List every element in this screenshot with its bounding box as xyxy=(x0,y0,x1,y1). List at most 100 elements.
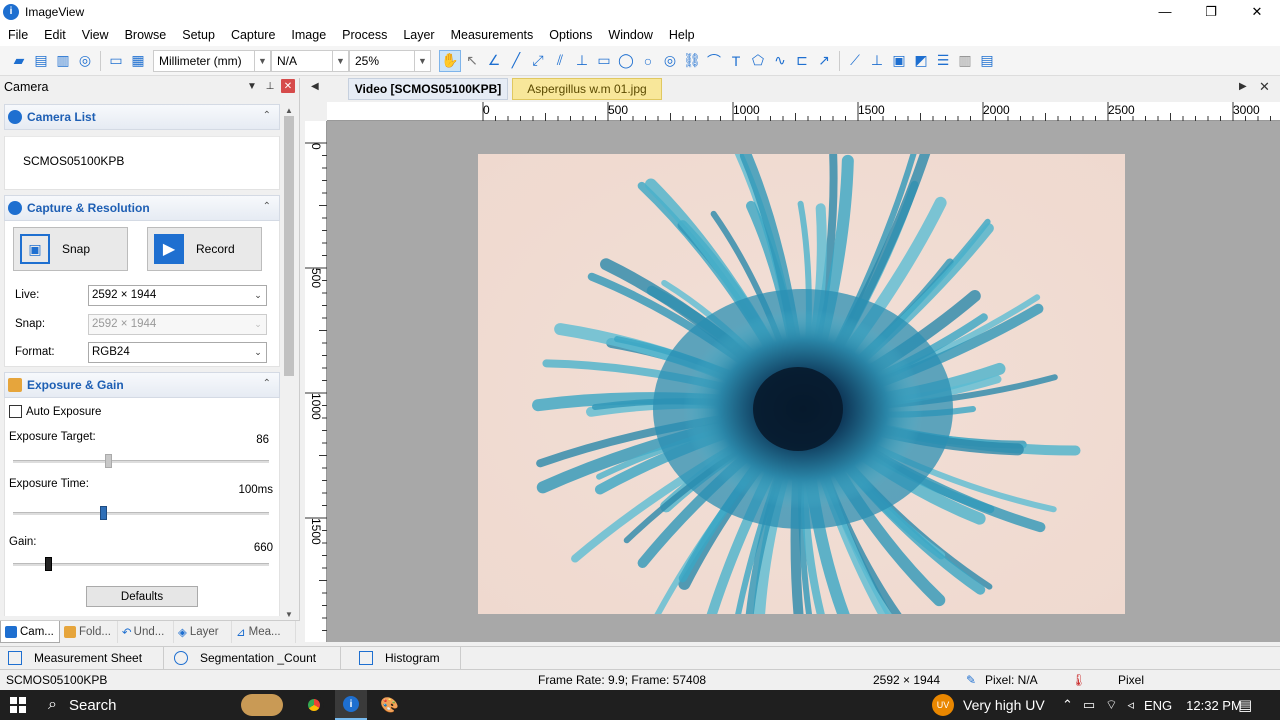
close-icon[interactable]: ✕ xyxy=(281,79,295,93)
slider-knob[interactable] xyxy=(45,557,53,571)
tab-undo[interactable]: ↶ Und... xyxy=(118,621,174,643)
panel-menu-icon[interactable]: ▼ xyxy=(245,79,259,93)
group-icon[interactable]: ▣ xyxy=(888,50,910,72)
calibration-icon[interactable]: ⟋ xyxy=(844,50,866,72)
collapse-icon[interactable]: ⌃ xyxy=(263,110,271,121)
menu-measurements[interactable]: Measurements xyxy=(443,28,542,42)
exposure-target-slider[interactable] xyxy=(13,454,269,468)
scroll-down-icon[interactable]: ▼ xyxy=(282,608,296,620)
network-icon[interactable]: ⌔ xyxy=(1105,697,1117,713)
tab-folder[interactable]: Fold... xyxy=(60,621,118,643)
defaults-button[interactable]: Defaults xyxy=(86,586,198,607)
snap-button[interactable]: ▣ Snap xyxy=(13,227,128,271)
menu-view[interactable]: View xyxy=(74,28,117,42)
taskbar-search[interactable]: ⌕ Search xyxy=(38,690,320,720)
magnification-select[interactable]: N/A ▼ xyxy=(271,49,349,72)
circle-tool-icon[interactable]: ○ xyxy=(637,50,659,72)
battery-icon[interactable]: ▭ xyxy=(1083,697,1095,713)
perpendicular-icon[interactable]: ⊥ xyxy=(571,50,593,72)
live-resolution-select[interactable]: 2592 × 1944 ⌄ xyxy=(88,284,267,306)
angle-tool-icon[interactable]: ∠ xyxy=(483,50,505,72)
ellipse-tool-icon[interactable]: ◯ xyxy=(615,50,637,72)
auto-exposure-checkbox[interactable] xyxy=(9,405,22,418)
concentric-circle-icon[interactable]: ◎ xyxy=(659,50,681,72)
chrome-icon[interactable] xyxy=(304,695,324,715)
scroll-up-icon[interactable]: ▲ xyxy=(282,104,296,116)
select-arrow-icon[interactable]: ↖ xyxy=(461,50,483,72)
link-tool-icon[interactable]: ⛓ xyxy=(681,50,703,72)
align-center-icon[interactable]: ☰ xyxy=(932,50,954,72)
camera-settings-icon[interactable]: ◎ xyxy=(74,50,96,72)
image-canvas[interactable] xyxy=(327,121,1280,642)
tab-camera[interactable]: Cam... xyxy=(0,621,60,643)
panel-scrollbar[interactable]: ▲ ▼ xyxy=(282,104,296,620)
close-button[interactable]: ✕ xyxy=(1234,0,1280,23)
paint-app-icon[interactable]: 🎨 xyxy=(380,696,399,714)
capture-resolution-header[interactable]: Capture & Resolution ⌃ xyxy=(4,195,280,221)
close-tab-icon[interactable]: ✕ xyxy=(1259,79,1270,95)
collapse-icon[interactable]: ⌃ xyxy=(263,201,271,212)
collapse-icon[interactable]: ⌃ xyxy=(263,378,271,389)
tab-aspergillus-image[interactable]: Aspergillus w.m 01.jpg xyxy=(512,78,662,100)
tab-histogram[interactable]: Histogram xyxy=(351,647,461,669)
slider-knob[interactable] xyxy=(100,506,108,520)
clipboard-icon[interactable]: ▤ xyxy=(976,50,998,72)
menu-browse[interactable]: Browse xyxy=(117,28,175,42)
windows-start-icon[interactable] xyxy=(10,697,26,713)
microscope-image[interactable] xyxy=(478,154,1125,614)
menu-file[interactable]: File xyxy=(0,28,36,42)
pan-hand-icon[interactable]: ✋ xyxy=(439,49,461,72)
menu-image[interactable]: Image xyxy=(283,28,334,42)
slider-knob[interactable] xyxy=(105,454,113,468)
arrow-tool-icon[interactable]: ↗ xyxy=(813,50,835,72)
save-all-icon[interactable]: ▥ xyxy=(52,50,74,72)
tab-layer[interactable]: ◈ Layer xyxy=(174,621,232,643)
scale-bar-icon[interactable]: ⊏ xyxy=(791,50,813,72)
rectangle-tool-icon[interactable]: ▭ xyxy=(593,50,615,72)
scrollbar-thumb[interactable] xyxy=(284,116,294,376)
polygon-tool-icon[interactable]: ⬠ xyxy=(747,50,769,72)
text-tool-icon[interactable]: T xyxy=(725,50,747,72)
open-folder-icon[interactable]: ▰ xyxy=(8,50,30,72)
tab-segmentation-count[interactable]: Segmentation _Count xyxy=(166,647,341,669)
curve-tool-icon[interactable]: ⌒ xyxy=(703,50,725,72)
menu-help[interactable]: Help xyxy=(661,28,703,42)
exposure-gain-header[interactable]: Exposure & Gain ⌃ xyxy=(4,372,280,398)
save-icon[interactable]: ▤ xyxy=(30,50,52,72)
language-indicator[interactable]: ENG xyxy=(1144,698,1172,713)
gain-slider[interactable] xyxy=(13,557,269,571)
record-button[interactable]: ▶ Record xyxy=(147,227,262,271)
weather-widget[interactable]: UV Very high UV xyxy=(932,690,1045,720)
volume-icon[interactable]: ◃ xyxy=(1127,697,1134,713)
tab-measurement[interactable]: ⊿ Mea... xyxy=(232,621,296,643)
exposure-time-slider[interactable] xyxy=(13,506,269,520)
camera-list-header[interactable]: Camera List ⌃ xyxy=(4,104,280,130)
polyline-tool-icon[interactable]: ∿ xyxy=(769,50,791,72)
menu-edit[interactable]: Edit xyxy=(36,28,74,42)
menu-window[interactable]: Window xyxy=(600,28,660,42)
grid-view-icon[interactable]: ▦ xyxy=(127,50,149,72)
zoom-select[interactable]: 25% ▼ xyxy=(349,49,431,72)
parallel-lines-icon[interactable]: ⫽ xyxy=(549,50,571,72)
tab-video[interactable]: Video [SCMOS05100KPB] xyxy=(348,78,508,100)
format-select[interactable]: RGB24 ⌄ xyxy=(88,341,267,363)
clock[interactable]: 12:32 PM xyxy=(1186,698,1242,713)
delete-icon[interactable]: ▥ xyxy=(954,50,976,72)
menu-options[interactable]: Options xyxy=(541,28,600,42)
layer-front-icon[interactable]: ◩ xyxy=(910,50,932,72)
menu-capture[interactable]: Capture xyxy=(223,28,283,42)
restore-button[interactable]: ❐ xyxy=(1188,0,1234,23)
menu-layer[interactable]: Layer xyxy=(395,28,442,42)
notification-icon[interactable]: ▤ xyxy=(1238,696,1252,714)
tab-scroll-left-icon[interactable]: ◀ xyxy=(311,81,319,92)
minimize-button[interactable]: — xyxy=(1142,0,1188,23)
tab-scroll-right-icon[interactable]: ▶ xyxy=(1239,81,1247,92)
tray-chevron-icon[interactable]: ⌃ xyxy=(1062,697,1073,713)
menu-setup[interactable]: Setup xyxy=(174,28,223,42)
line-tool-icon[interactable]: ╱ xyxy=(505,50,527,72)
list-item[interactable]: SCMOS05100KPB xyxy=(5,136,279,184)
browse-folder-icon[interactable]: ▭ xyxy=(105,50,127,72)
pin-icon[interactable]: ⊥ xyxy=(263,79,277,93)
arbitrary-line-icon[interactable]: ⤢ xyxy=(527,50,549,72)
unit-select[interactable]: Millimeter (mm) ▼ xyxy=(153,49,271,72)
